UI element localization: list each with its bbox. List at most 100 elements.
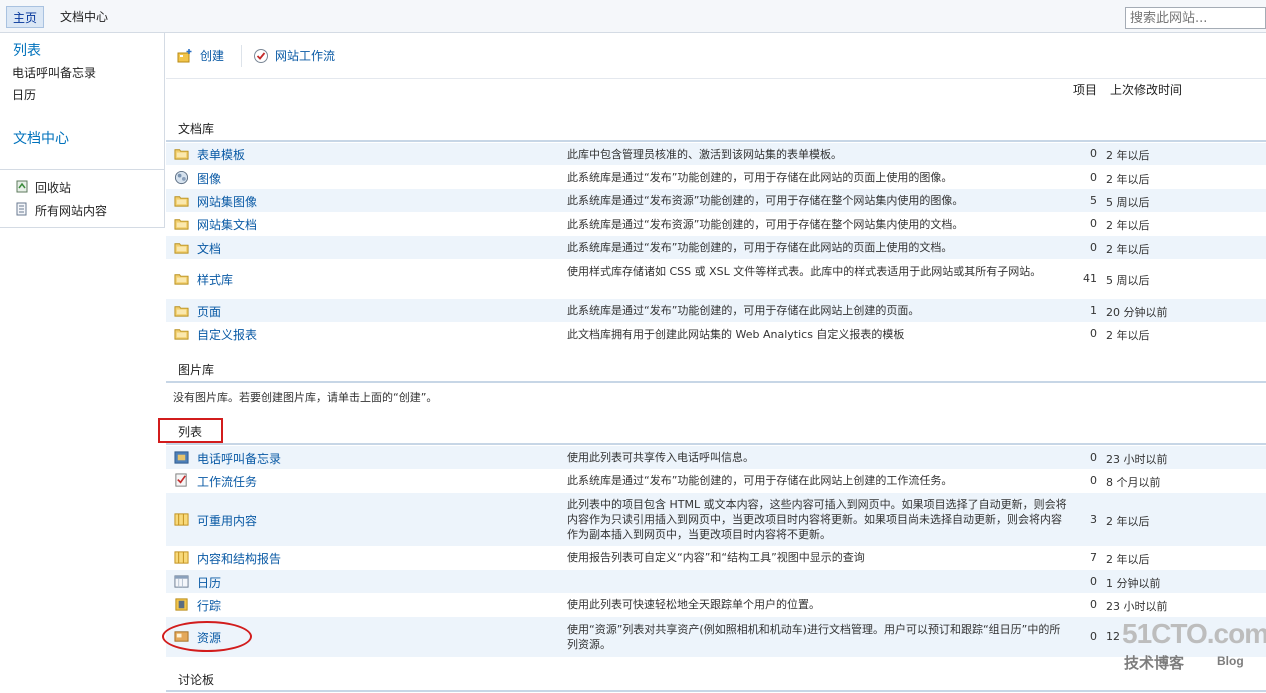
table-row[interactable]: 工作流任务 此系统库是通过“发布”功能创建的，可用于存储在此网站上创建的工作流任务… xyxy=(166,469,1266,492)
table-row[interactable]: 样式库 使用样式库存储诸如 CSS 或 XSL 文件等样式表。此库中的样式表适用于… xyxy=(166,260,1266,297)
table-row[interactable]: 图像 此系统库是通过“发布”功能创建的，可用于存储在此网站的页面上使用的图像。 0 2… xyxy=(166,166,1266,189)
row-name-link[interactable]: 文档 xyxy=(197,240,221,257)
folder-icon xyxy=(174,149,189,160)
row-last-modified: 5 周以后 xyxy=(1106,195,1150,209)
column-header-last-modified[interactable]: 上次修改时间 xyxy=(1110,81,1182,98)
row-name-link[interactable]: 电话呼叫备忘录 xyxy=(197,450,281,467)
task-icon xyxy=(175,472,187,487)
row-description: 此库中包含管理员核准的、激活到该网站集的表单模板。 xyxy=(567,147,842,161)
picture-library-empty-note: 没有图片库。若要创建图片库，请单击上面的“创建”。 xyxy=(173,391,438,404)
site-workflow-button[interactable]: 网站工作流 xyxy=(275,47,335,65)
row-item-count: 0 xyxy=(1090,473,1097,487)
table-row[interactable]: 电话呼叫备忘录 使用此列表可共享传入电话呼叫信息。 0 23 小时以前 xyxy=(166,446,1266,469)
table-row[interactable]: 表单模板 此库中包含管理员核准的、激活到该网站集的表单模板。 0 2 年以后 xyxy=(166,143,1266,165)
row-last-modified: 2 年以后 xyxy=(1106,514,1150,528)
row-item-count: 3 xyxy=(1090,512,1097,526)
row-last-modified: 2 年以后 xyxy=(1106,149,1150,162)
row-name-link[interactable]: 网站集文档 xyxy=(197,216,257,233)
watermark-subtitle: 技术博客 xyxy=(1124,654,1185,672)
row-description: 使用“资源”列表对共享资产(例如照相机和机动车)进行文档管理。用户可以预订和跟踪… xyxy=(567,623,1061,651)
row-item-count: 41 xyxy=(1083,271,1097,285)
row-name-link[interactable]: 日历 xyxy=(197,574,221,591)
row-description: 此文档库拥有用于创建此网站集的 Web Analytics 自定义报表的模板 xyxy=(567,327,905,341)
column-header-items[interactable]: 项目 xyxy=(1073,81,1097,98)
quick-launch-recycle-bin[interactable]: 回收站 xyxy=(35,179,71,196)
row-last-modified: 2 年以后 xyxy=(1106,219,1150,232)
row-last-modified: 20 分钟以前 xyxy=(1106,305,1168,319)
row-description: 此系统库是通过“发布”功能创建的，可用于存储在此网站上创建的页面。 xyxy=(567,304,920,317)
row-last-modified: 1 分钟以前 xyxy=(1106,576,1161,590)
nav-tab-home[interactable]: 主页 xyxy=(6,6,45,28)
row-last-modified: 2 年以后 xyxy=(1106,329,1150,342)
row-last-modified: 23 小时以前 xyxy=(1106,452,1168,466)
row-item-count: 0 xyxy=(1090,327,1097,340)
section-divider xyxy=(166,140,1266,142)
row-name-link[interactable]: 工作流任务 xyxy=(197,473,257,490)
table-row[interactable]: 行踪 使用此列表可快速轻松地全天跟踪单个用户的位置。 0 23 小时以前 xyxy=(166,593,1266,616)
row-item-count: 5 xyxy=(1090,193,1097,207)
watermark-logo: 51CTO.com xyxy=(1122,618,1266,649)
row-name-link[interactable]: 自定义报表 xyxy=(197,326,257,343)
quick-launch-all-site-content[interactable]: 所有网站内容 xyxy=(35,202,107,219)
create-icon xyxy=(177,49,192,63)
row-description: 此系统库是通过“发布”功能创建的，可用于存储在此网站的页面上使用的图像。 xyxy=(567,171,953,184)
table-row[interactable]: 页面 此系统库是通过“发布”功能创建的，可用于存储在此网站上创建的页面。 1 20 分… xyxy=(166,299,1266,322)
annotation-red-box xyxy=(158,418,223,443)
row-name-link[interactable]: 网站集图像 xyxy=(197,193,257,210)
table-row[interactable]: 网站集图像 此系统库是通过“发布资源”功能创建的，可用于存储在整个网站集内使用的图… xyxy=(166,189,1266,212)
top-navigation-bar: 主页 文档中心 xyxy=(0,0,1266,33)
search-input[interactable] xyxy=(1125,7,1266,29)
table-row[interactable]: 文档 此系统库是通过“发布”功能创建的，可用于存储在此网站的页面上使用的文档。 0 2… xyxy=(166,236,1266,259)
row-name-link[interactable]: 样式库 xyxy=(197,271,233,288)
row-item-count: 1 xyxy=(1090,303,1097,317)
nav-tab-doc-center[interactable]: 文档中心 xyxy=(54,6,114,28)
watermark: 51CTO.com 技术博客 Blog xyxy=(1122,618,1266,678)
list-icon xyxy=(174,512,189,526)
section-divider xyxy=(166,381,1266,383)
table-row[interactable]: 网站集文档 此系统库是通过“发布资源”功能创建的，可用于存储在整个网站集内使用的文… xyxy=(166,212,1266,236)
row-description: 此系统库是通过“发布”功能创建的，可用于存储在此网站上创建的工作流任务。 xyxy=(567,474,953,487)
watermark-blog: Blog xyxy=(1217,654,1244,668)
row-description: 使用样式库存储诸如 CSS 或 XSL 文件等样式表。此库中的样式表适用于此网站… xyxy=(567,264,1042,278)
quick-launch-lists-heading[interactable]: 列表 xyxy=(13,40,41,60)
site-content-icon xyxy=(16,202,27,216)
section-divider xyxy=(166,690,1266,692)
row-name-link[interactable]: 图像 xyxy=(197,170,221,187)
row-name-link[interactable]: 表单模板 xyxy=(197,146,245,163)
row-name-link[interactable]: 页面 xyxy=(197,303,221,320)
section-title-doc-libraries: 文档库 xyxy=(178,122,215,136)
quick-launch-doc-center[interactable]: 文档中心 xyxy=(13,128,69,148)
row-name-link[interactable]: 行踪 xyxy=(197,597,221,614)
table-row[interactable]: 可重用内容 此列表中的项目包含 HTML 或文本内容，这些内容可插入到网页中。如果… xyxy=(166,493,1266,546)
quick-launch-item-calendar[interactable]: 日历 xyxy=(12,86,36,103)
row-item-count: 0 xyxy=(1090,630,1097,643)
row-last-modified: 8 个月以前 xyxy=(1106,475,1161,489)
recycle-bin-icon xyxy=(16,180,28,193)
toolbar-divider xyxy=(241,45,242,67)
quick-launch: 列表 电话呼叫备忘录 日历 文档中心 回收站 所有网站内容 xyxy=(0,33,165,228)
row-description: 此系统库是通过“发布资源”功能创建的，可用于存储在整个网站集内使用的图像。 xyxy=(567,194,964,207)
row-item-count: 0 xyxy=(1090,597,1097,611)
table-row[interactable]: 日历 0 1 分钟以前 xyxy=(166,570,1266,593)
row-item-count: 0 xyxy=(1090,574,1097,588)
phone-memo-icon xyxy=(174,450,189,464)
row-item-count: 0 xyxy=(1090,217,1097,230)
row-description: 使用报告列表可自定义“内容”和“结构工具”视图中显示的查询 xyxy=(567,551,865,564)
quick-launch-item-phone-memo[interactable]: 电话呼叫备忘录 xyxy=(12,64,96,81)
row-last-modified: 2 年以后 xyxy=(1106,242,1150,256)
quick-launch-divider xyxy=(0,169,165,170)
row-last-modified: 23 小时以前 xyxy=(1106,599,1168,613)
folder-icon xyxy=(174,273,189,285)
table-row[interactable]: 自定义报表 此文档库拥有用于创建此网站集的 Web Analytics 自定义报表… xyxy=(166,322,1266,346)
row-description: 此系统库是通过“发布”功能创建的，可用于存储在此网站的页面上使用的文档。 xyxy=(567,241,953,254)
section-divider xyxy=(166,443,1266,445)
table-row[interactable]: 资源 使用“资源”列表对共享资产(例如照相机和机动车)进行文档管理。用户可以预订和… xyxy=(166,617,1266,657)
row-name-link[interactable]: 可重用内容 xyxy=(197,512,257,529)
create-button[interactable]: 创建 xyxy=(200,47,224,65)
toolbar: 创建 网站工作流 xyxy=(166,33,1266,79)
table-row[interactable]: 内容和结构报告 使用报告列表可自定义“内容”和“结构工具”视图中显示的查询 7 2 年… xyxy=(166,546,1266,569)
row-item-count: 7 xyxy=(1090,550,1097,564)
row-name-link[interactable]: 内容和结构报告 xyxy=(197,550,281,567)
row-description: 此系统库是通过“发布资源”功能创建的，可用于存储在整个网站集内使用的文档。 xyxy=(567,217,964,231)
row-item-count: 0 xyxy=(1090,450,1097,464)
